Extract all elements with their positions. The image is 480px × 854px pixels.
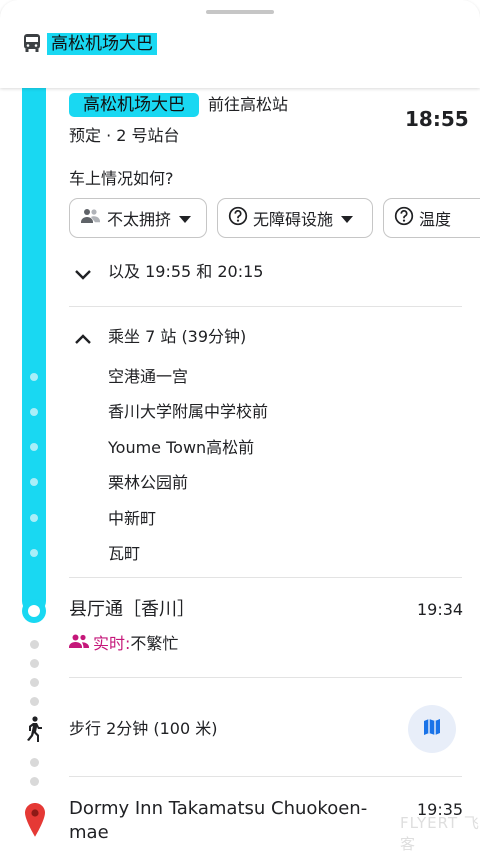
realtime-value: 不繁忙: [130, 634, 179, 653]
schedule-platform: 预定 · 2 号站台: [69, 126, 180, 145]
intermediate-stop: 栗林公园前: [108, 473, 189, 492]
feedback-question: 车上情况如何?: [69, 169, 174, 188]
divider: [69, 677, 462, 678]
walk-path-dot: [30, 640, 39, 649]
route-stop-dot: [30, 514, 38, 522]
accessibility-chip-label: 无障碍设施: [253, 210, 334, 229]
map-icon: [423, 718, 441, 740]
arrival-stop-marker: [22, 599, 46, 623]
route-stop-dot: [30, 443, 38, 451]
temperature-chip[interactable]: 温度: [383, 198, 480, 238]
temperature-chip-label: 温度: [419, 210, 452, 229]
route-chip[interactable]: 高松机场大巴: [69, 93, 199, 117]
intermediate-stop: 香川大学附属中学校前: [108, 402, 269, 421]
bus-icon: [22, 33, 42, 53]
watermark: FLYERT 飞客: [400, 814, 480, 853]
departure-time: 18:55: [405, 107, 469, 131]
direction-text: 前往高松站: [208, 95, 289, 114]
arrival-time: 19:34: [417, 600, 464, 619]
more-departures[interactable]: 以及 19:55 和 20:15: [108, 261, 263, 283]
help-circle-icon: [228, 206, 248, 230]
intermediate-stop: 瓦町: [108, 544, 141, 563]
crowd-icon: [80, 207, 102, 229]
ride-summary[interactable]: 乘坐 7 站 (39分钟): [108, 326, 246, 348]
sheet-header: 高松机场大巴: [0, 0, 480, 88]
pin-icon: [24, 802, 46, 842]
walk-path-dot: [30, 777, 39, 786]
arrival-stop-name[interactable]: 县厅通［香川］: [69, 598, 195, 622]
walk-path-dot: [30, 678, 39, 687]
walk-path-dot: [30, 697, 39, 706]
realtime-status: 实时: 不繁忙: [69, 630, 178, 654]
crowding-chip-label: 不太拥挤: [107, 210, 172, 229]
drag-handle[interactable]: [206, 10, 274, 14]
crowding-chip[interactable]: 不太拥挤: [69, 198, 207, 238]
route-stop-dot: [30, 408, 38, 416]
destination-name[interactable]: Dormy Inn Takamatsu Chuokoen-mae: [69, 797, 389, 845]
intermediate-stop: 空港通一宫: [108, 367, 189, 386]
chevron-up-icon[interactable]: [74, 330, 92, 349]
people-icon: [69, 633, 89, 652]
route-line: [22, 88, 46, 613]
intermediate-stop: 中新町: [108, 509, 157, 528]
intermediate-stop: Youme Town高松前: [108, 438, 255, 457]
realtime-label: 实时:: [93, 634, 131, 653]
caret-down-icon: [341, 209, 354, 228]
help-circle-icon: [394, 206, 414, 230]
route-stop-dot: [30, 373, 38, 381]
accessibility-chip[interactable]: 无障碍设施: [217, 198, 373, 238]
map-button[interactable]: [408, 705, 456, 753]
walk-instruction: 步行 2分钟 (100 米): [69, 719, 218, 738]
divider: [69, 776, 462, 777]
header-title: 高松机场大巴: [47, 33, 157, 55]
walk-path-dot: [30, 659, 39, 668]
chevron-down-icon[interactable]: [74, 266, 92, 285]
route-stop-dot: [30, 549, 38, 557]
walk-path-dot: [30, 758, 39, 767]
route-stop-dot: [30, 478, 38, 486]
divider: [69, 577, 462, 578]
caret-down-icon: [179, 209, 192, 228]
walk-icon: [25, 716, 43, 746]
divider: [69, 306, 462, 307]
